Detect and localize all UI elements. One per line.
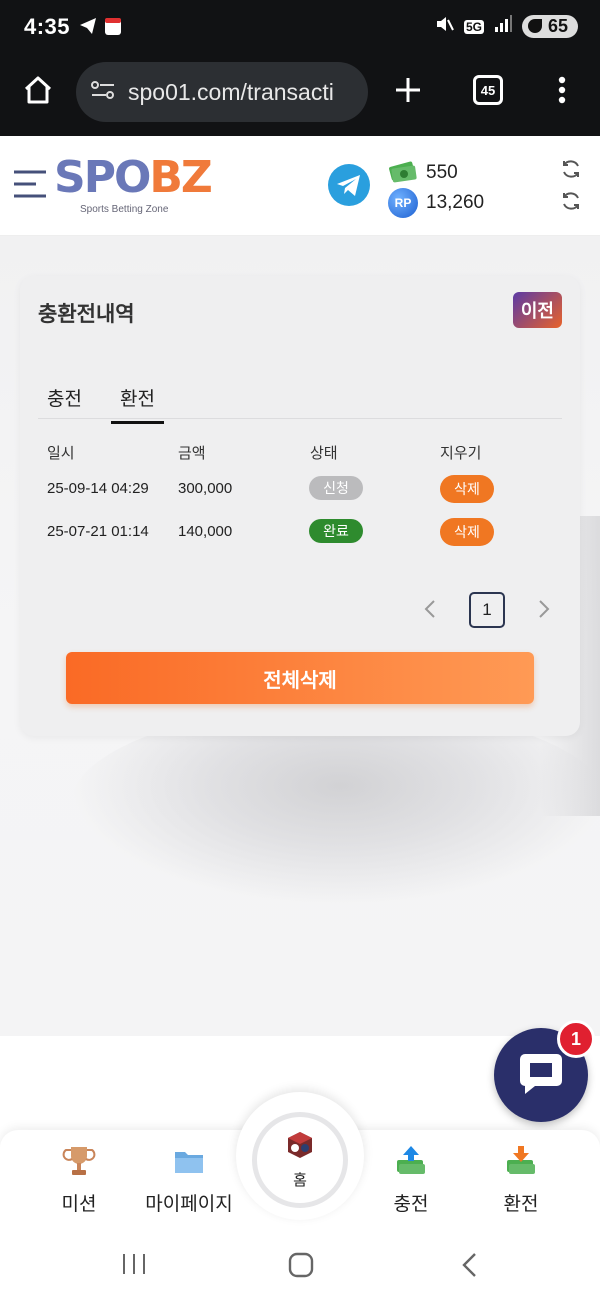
nav-mission[interactable]: 미션	[24, 1144, 134, 1216]
battery-indicator: 65	[521, 15, 578, 38]
system-back-icon[interactable]	[460, 1252, 478, 1283]
transaction-history-card: 충환전내역 이전 충전 환전 일시 금액 상태 지우기 25-09-14 04:…	[20, 276, 580, 736]
url-text: spo01.com/transacti	[128, 78, 334, 105]
tab-count: 45	[473, 75, 503, 105]
column-header-date: 일시	[47, 445, 75, 462]
deposit-money-icon	[394, 1146, 428, 1182]
home-icon[interactable]	[16, 68, 60, 112]
site-logo[interactable]: SPOBZ Sports Betting Zone	[54, 156, 213, 216]
pagination: 1	[469, 592, 505, 628]
next-page-icon[interactable]	[536, 598, 552, 625]
nav-deposit-label: 충전	[393, 1194, 429, 1215]
status-badge: 완료	[309, 519, 363, 543]
money-icon	[388, 156, 418, 190]
background-casino-image	[70, 706, 600, 906]
nav-mypage[interactable]: 마이페이지	[134, 1144, 244, 1216]
page-number[interactable]: 1	[469, 592, 505, 628]
row-date: 25-07-21 01:14	[47, 523, 149, 540]
page-title: 충환전내역	[38, 303, 135, 326]
network-label: 5G	[463, 19, 484, 34]
nav-home-label: 홈	[293, 1172, 307, 1189]
chat-bubble-icon	[517, 1050, 565, 1101]
nav-withdraw-label: 환전	[503, 1194, 539, 1215]
row-amount: 140,000	[178, 523, 233, 540]
system-navigation-bar	[0, 1226, 600, 1300]
more-menu-icon[interactable]	[540, 68, 584, 112]
refresh-money-icon[interactable]	[560, 158, 582, 185]
recent-apps-icon[interactable]	[120, 1252, 148, 1281]
site-header: SPOBZ Sports Betting Zone 550 RP 13,260	[0, 136, 600, 236]
column-header-delete: 지우기	[440, 445, 482, 462]
delete-button[interactable]: 삭제	[440, 475, 494, 503]
folder-icon	[172, 1152, 206, 1182]
trophy-icon	[62, 1147, 96, 1182]
telegram-notification-icon	[78, 16, 98, 41]
rp-balance: RP 13,260	[388, 188, 484, 218]
tab-divider	[38, 418, 562, 419]
system-home-icon[interactable]	[288, 1252, 314, 1283]
chat-unread-badge: 1	[557, 1020, 595, 1058]
column-header-status: 상태	[310, 445, 338, 462]
row-amount: 300,000	[178, 480, 233, 497]
column-header-amount: 금액	[178, 445, 206, 462]
nav-withdraw[interactable]: 환전	[466, 1144, 576, 1216]
tab-switcher-button[interactable]: 45	[466, 68, 510, 112]
logo-tagline: Sports Betting Zone	[80, 204, 169, 215]
rp-balance-value: 13,260	[426, 192, 485, 213]
status-indicators: 5G 65	[434, 14, 578, 39]
back-button[interactable]: 이전	[512, 292, 562, 328]
money-balance-value: 550	[426, 162, 458, 183]
address-bar[interactable]: spo01.com/transacti	[76, 62, 368, 122]
nav-deposit[interactable]: 충전	[356, 1144, 466, 1216]
delete-all-button[interactable]: 전체삭제	[66, 652, 534, 704]
status-time: 4:35	[24, 14, 71, 39]
prev-page-icon[interactable]	[422, 598, 438, 625]
home-sports-icon	[285, 1130, 315, 1165]
home-button-ring: 홈	[252, 1112, 348, 1208]
nav-home[interactable]: 홈	[236, 1092, 364, 1220]
main-content: 충환전내역 이전 충전 환전 일시 금액 상태 지우기 25-09-14 04:…	[0, 236, 600, 1036]
signal-icon	[494, 15, 512, 38]
money-balance: 550	[388, 156, 458, 190]
site-settings-icon[interactable]	[90, 78, 116, 107]
logo-spo: SPO	[54, 152, 151, 203]
rp-icon-text: RP	[394, 196, 412, 210]
row-date: 25-09-14 04:29	[47, 480, 149, 497]
nav-mission-label: 미션	[61, 1194, 97, 1215]
hamburger-menu-icon[interactable]	[12, 168, 48, 205]
withdraw-money-icon	[504, 1146, 538, 1182]
status-bar: 4:35 5G 65	[0, 0, 600, 56]
browser-toolbar: spo01.com/transacti 45	[0, 56, 600, 136]
delete-button[interactable]: 삭제	[440, 518, 494, 546]
nav-mypage-label: 마이페이지	[145, 1194, 233, 1215]
refresh-rp-icon[interactable]	[560, 190, 582, 217]
new-tab-icon[interactable]	[386, 68, 430, 112]
logo-bz: BZ	[149, 152, 212, 203]
calendar-notification-icon	[104, 16, 122, 41]
telegram-icon[interactable]	[328, 164, 370, 211]
status-badge: 신청	[309, 476, 363, 500]
rp-icon: RP	[388, 188, 418, 218]
mute-icon	[434, 14, 454, 39]
